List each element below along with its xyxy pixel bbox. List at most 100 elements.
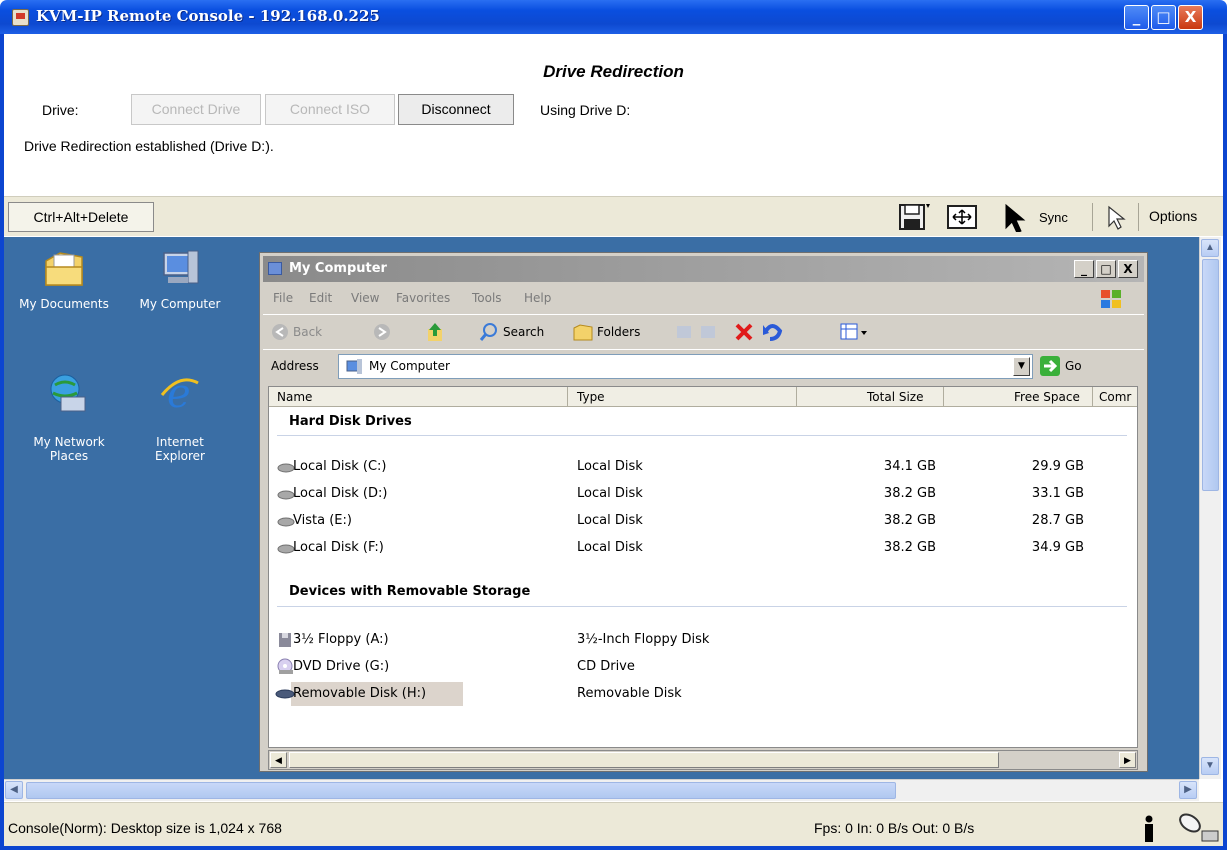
status-bar: Console(Norm): Desktop size is 1,024 x 7…: [4, 802, 1223, 846]
address-dropdown-button[interactable]: ▼: [1013, 357, 1030, 376]
column-header-comments[interactable]: Comr: [1099, 390, 1131, 404]
explorer-toolbar: Back Search Folders: [263, 314, 1144, 348]
column-separator[interactable]: [567, 387, 568, 407]
scroll-right-arrow[interactable]: ▶: [1179, 781, 1197, 799]
item-name: Local Disk (F:): [293, 540, 384, 555]
explorer-horizontal-scrollbar[interactable]: ◀ ▶: [268, 750, 1138, 770]
svg-text:e: e: [167, 371, 191, 415]
traffic-status: Fps: 0 In: 0 B/s Out: 0 B/s: [814, 820, 975, 836]
column-header-free-space[interactable]: Free Space: [1014, 390, 1080, 404]
item-name: Local Disk (C:): [293, 459, 387, 474]
item-type: Local Disk: [577, 486, 643, 501]
ie-icon: e: [160, 371, 199, 415]
item-name: DVD Drive (G:): [293, 659, 390, 674]
desktop-icon-my-network-places[interactable]: My Network Places: [14, 357, 124, 477]
remote-desktop[interactable]: My Documents My Computer My Network Plac…: [4, 237, 1199, 779]
column-separator[interactable]: [796, 387, 797, 407]
explorer-minimize-button[interactable]: _: [1074, 260, 1094, 278]
address-input[interactable]: My Computer ▼: [338, 354, 1033, 379]
list-item[interactable]: Vista (E:) Local Disk 38.2 GB 28.7 GB: [269, 509, 1129, 533]
item-total-size: 38.2 GB: [883, 540, 936, 555]
vertical-scrollbar[interactable]: ▲ ▼: [1199, 237, 1221, 779]
up-folder-icon[interactable]: [425, 321, 445, 343]
scroll-left-arrow[interactable]: ◀: [270, 752, 287, 768]
horizontal-scroll-thumb[interactable]: [26, 782, 896, 799]
scroll-thumb[interactable]: [289, 752, 999, 768]
desktop-icon-internet-explorer[interactable]: e Internet Explorer: [125, 357, 235, 477]
views-icon[interactable]: [839, 321, 871, 343]
ctrl-alt-delete-button[interactable]: Ctrl+Alt+Delete: [8, 202, 154, 232]
disconnect-button[interactable]: Disconnect: [398, 94, 514, 125]
drive-label: Drive:: [42, 102, 79, 118]
sync-label[interactable]: Sync: [1039, 210, 1068, 225]
menu-favorites[interactable]: Favorites: [396, 291, 450, 305]
explorer-title: My Computer: [289, 261, 387, 276]
group-header-hard-disk-drives: Hard Disk Drives: [289, 414, 412, 429]
folders-icon: [573, 324, 593, 341]
user-icon[interactable]: [1141, 815, 1157, 843]
item-free-space: 28.7 GB: [1031, 513, 1084, 528]
horizontal-scrollbar[interactable]: ◀ ▶: [4, 779, 1199, 801]
group-header-removable-storage: Devices with Removable Storage: [289, 584, 531, 599]
column-separator[interactable]: [1092, 387, 1093, 407]
menu-edit[interactable]: Edit: [309, 291, 332, 305]
fit-screen-icon[interactable]: [946, 202, 980, 232]
go-arrow-icon[interactable]: [1039, 355, 1061, 377]
folders-button[interactable]: Folders: [597, 325, 640, 339]
maximize-button[interactable]: □: [1151, 5, 1176, 30]
search-button[interactable]: Search: [503, 325, 544, 339]
scroll-down-arrow[interactable]: ▼: [1201, 757, 1219, 775]
connect-iso-button[interactable]: Connect ISO: [265, 94, 395, 125]
window-titlebar[interactable]: KVM-IP Remote Console - 192.168.0.225 _ …: [0, 0, 1227, 34]
scroll-up-arrow[interactable]: ▲: [1201, 239, 1219, 257]
column-header-total-size[interactable]: Total Size: [867, 390, 923, 404]
column-header-name[interactable]: Name: [277, 390, 312, 404]
list-item[interactable]: Local Disk (F:) Local Disk 38.2 GB 34.9 …: [269, 536, 1129, 560]
scroll-left-arrow[interactable]: ◀: [5, 781, 23, 799]
undo-icon[interactable]: [761, 321, 783, 343]
move-copy-icon[interactable]: [675, 322, 735, 342]
item-type: 3½-Inch Floppy Disk: [577, 632, 710, 647]
vertical-scroll-thumb[interactable]: [1202, 259, 1219, 491]
desktop-icon-my-computer[interactable]: My Computer: [125, 247, 235, 311]
connect-drive-button[interactable]: Connect Drive: [131, 94, 261, 125]
list-item[interactable]: Local Disk (D:) Local Disk 38.2 GB 33.1 …: [269, 482, 1129, 506]
my-computer-window[interactable]: My Computer _ □ X File Edit View Favorit…: [259, 252, 1148, 772]
explorer-titlebar[interactable]: My Computer _ □ X: [263, 256, 1144, 282]
list-item[interactable]: Local Disk (C:) Local Disk 34.1 GB 29.9 …: [269, 455, 1129, 479]
explorer-close-button[interactable]: X: [1118, 260, 1138, 278]
delete-icon[interactable]: [733, 321, 755, 343]
using-drive-label: Using Drive D:: [540, 102, 631, 118]
list-item[interactable]: Removable Disk (H:) Removable Disk: [269, 682, 1129, 706]
drive-status-message: Drive Redirection established (Drive D:)…: [24, 138, 274, 154]
windows-logo-icon: [1101, 290, 1121, 308]
desktop-icon-label: Internet Explorer: [155, 435, 205, 463]
list-item[interactable]: DVD Drive (G:) CD Drive: [269, 655, 1129, 679]
explorer-maximize-button[interactable]: □: [1096, 260, 1116, 278]
item-name: Removable Disk (H:): [293, 686, 427, 701]
close-button[interactable]: X: [1178, 5, 1203, 30]
item-type: Local Disk: [577, 459, 643, 474]
menu-help[interactable]: Help: [524, 291, 551, 305]
group-divider: [277, 606, 1127, 607]
menu-tools[interactable]: Tools: [472, 291, 502, 305]
mouse-keyboard-icon[interactable]: [1174, 809, 1220, 843]
desktop-icon-label: My Network Places: [33, 435, 105, 463]
column-header-type[interactable]: Type: [577, 390, 605, 404]
back-button[interactable]: Back: [293, 325, 322, 339]
minimize-button[interactable]: _: [1124, 5, 1149, 30]
scroll-right-arrow[interactable]: ▶: [1119, 752, 1136, 768]
forward-arrow-icon[interactable]: [373, 323, 391, 341]
floppy-icon[interactable]: [897, 202, 931, 232]
column-separator[interactable]: [943, 387, 944, 407]
back-arrow-icon: [272, 324, 288, 340]
arrow-cursor-icon[interactable]: [1000, 202, 1032, 232]
pointer-icon[interactable]: [1102, 202, 1132, 232]
desktop-icon-my-documents[interactable]: My Documents: [9, 247, 119, 311]
drive-list: Name Type Total Size Free Space Comr Har…: [268, 386, 1138, 748]
menu-file[interactable]: File: [273, 291, 293, 305]
options-menu[interactable]: Options: [1149, 208, 1197, 224]
go-button[interactable]: Go: [1065, 359, 1082, 373]
menu-view[interactable]: View: [351, 291, 379, 305]
list-item[interactable]: 3½ Floppy (A:) 3½-Inch Floppy Disk: [269, 628, 1129, 652]
